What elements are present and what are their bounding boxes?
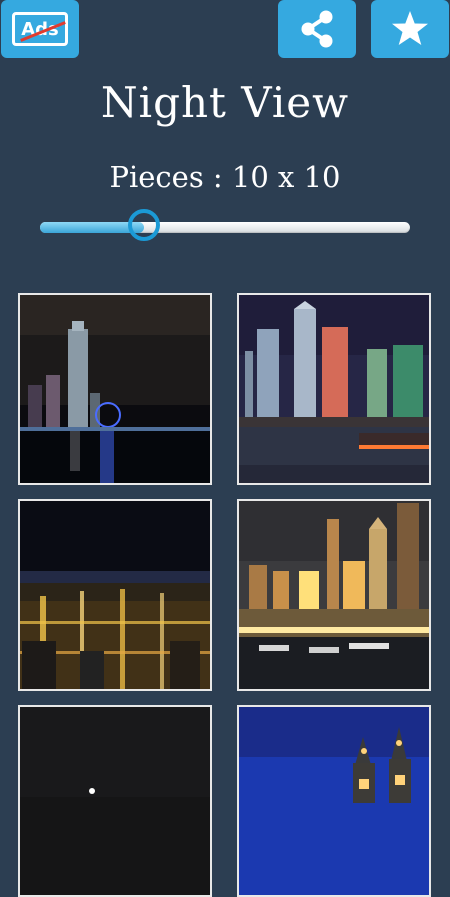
puzzle-image-6[interactable] <box>237 705 431 897</box>
page-title: Night View <box>100 78 350 127</box>
puzzle-image-5[interactable] <box>18 705 212 897</box>
share-icon <box>301 10 333 48</box>
favorite-button[interactable] <box>371 0 449 58</box>
puzzle-image-2[interactable] <box>237 293 431 485</box>
puzzle-image-1[interactable] <box>18 293 212 485</box>
blue-sky-church-spires-image <box>239 707 429 895</box>
puzzle-image-3[interactable] <box>18 499 212 691</box>
no-ads-icon: Ads <box>12 12 68 46</box>
star-icon <box>392 11 428 45</box>
harbor-skyline-dusk-image <box>239 501 429 689</box>
puzzle-image-4[interactable] <box>237 499 431 691</box>
skyscrapers-waterfront-image <box>239 295 429 483</box>
pieces-slider-thumb[interactable] <box>127 209 160 241</box>
pieces-label: Pieces : 10 x 10 <box>109 160 341 194</box>
share-button[interactable] <box>278 0 356 58</box>
pieces-slider-track[interactable] <box>40 222 410 233</box>
aerial-city-lights-image <box>20 501 210 689</box>
dark-sky-tower-image <box>20 707 210 895</box>
remove-ads-button[interactable]: Ads <box>1 0 79 58</box>
city-night-ferris-wheel-image <box>20 295 210 483</box>
